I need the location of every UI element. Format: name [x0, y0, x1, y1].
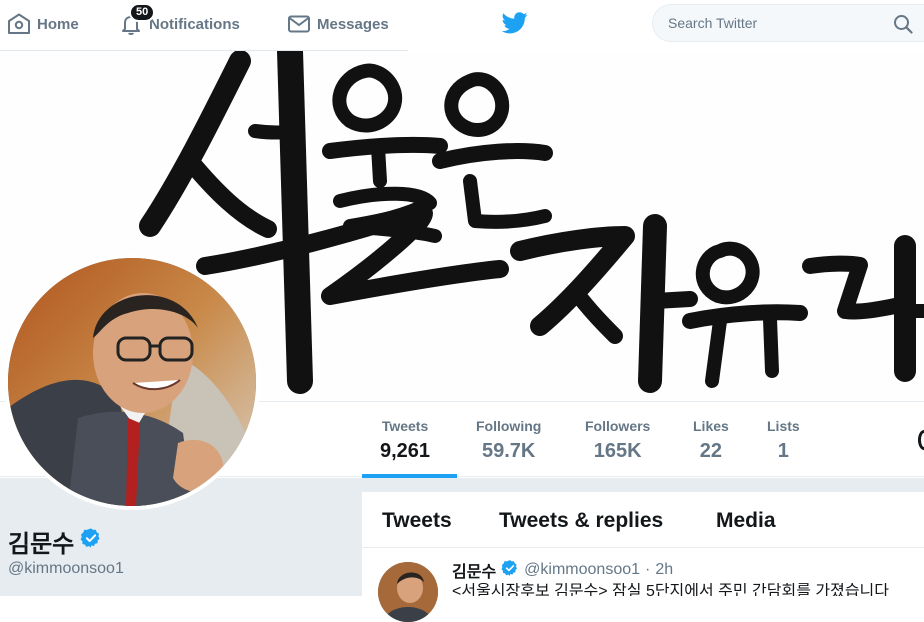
notifications-badge: 50 [129, 3, 156, 22]
stat-value: 22 [699, 440, 723, 462]
nav-home-label: Home [37, 15, 79, 33]
twitter-bird-icon[interactable] [501, 12, 528, 39]
stat-label: Followers [585, 418, 651, 434]
nav-home[interactable]: Home [7, 0, 79, 48]
stat-label: Lists [767, 418, 800, 434]
nav-notifications-label: Notifications [149, 15, 240, 33]
search-box[interactable] [652, 4, 924, 42]
verified-icon [80, 527, 102, 556]
more-options-icon[interactable] [918, 430, 924, 450]
tab-media[interactable]: Media [716, 509, 776, 533]
tweet-author-handle[interactable]: @kimmoonsoo1 [524, 561, 640, 579]
stat-tweets[interactable]: Tweets 9,261 [380, 418, 430, 463]
stat-following[interactable]: Following 59.7K [476, 418, 541, 463]
stat-value: 59.7K [481, 440, 536, 462]
nav-messages[interactable]: Messages [287, 0, 389, 48]
tab-tweets-replies[interactable]: Tweets & replies [499, 509, 663, 533]
stat-label: Following [476, 418, 542, 434]
profile-handle[interactable]: @kimmoonsoo1 [8, 560, 124, 578]
stat-likes[interactable]: Likes 22 [693, 418, 729, 463]
tweet-timestamp[interactable]: 2h [655, 561, 673, 579]
stat-value: 1 [777, 440, 789, 462]
tweet-author-name[interactable]: 김문수 [452, 558, 496, 582]
stat-followers[interactable]: Followers 165K [585, 418, 650, 463]
profile-name-text: 김문수 [8, 531, 75, 558]
tweet-separator: · [645, 561, 651, 578]
stat-label: Likes [693, 418, 729, 434]
stat-label: Tweets [381, 418, 429, 434]
envelope-icon [287, 12, 311, 36]
verified-icon [501, 559, 519, 582]
search-icon[interactable] [893, 14, 913, 39]
tweet-header: 김문수 @kimmoonsoo1 · 2h [452, 558, 673, 582]
stat-value: 165K [593, 440, 642, 462]
tweet-avatar[interactable] [378, 562, 438, 622]
profile-avatar[interactable] [4, 254, 260, 510]
nav-messages-label: Messages [317, 15, 389, 33]
timeline-tabs: Tweets Tweets & replies Media [362, 492, 924, 548]
stat-lists[interactable]: Lists 1 [767, 418, 800, 463]
tweet-text: <서울시장후보 김문수> 잠실 5단지에서 주민 간담회를 가졌습니다 [452, 583, 889, 596]
profile-name: 김문수 [8, 524, 102, 559]
tab-tweets[interactable]: Tweets [382, 509, 452, 533]
home-icon [7, 12, 31, 36]
stat-value: 9,261 [380, 440, 431, 462]
search-input[interactable] [668, 15, 888, 31]
nav-notifications[interactable]: 50 Notifications [119, 0, 240, 48]
top-navigation: Home 50 Notifications Messages [0, 0, 924, 50]
